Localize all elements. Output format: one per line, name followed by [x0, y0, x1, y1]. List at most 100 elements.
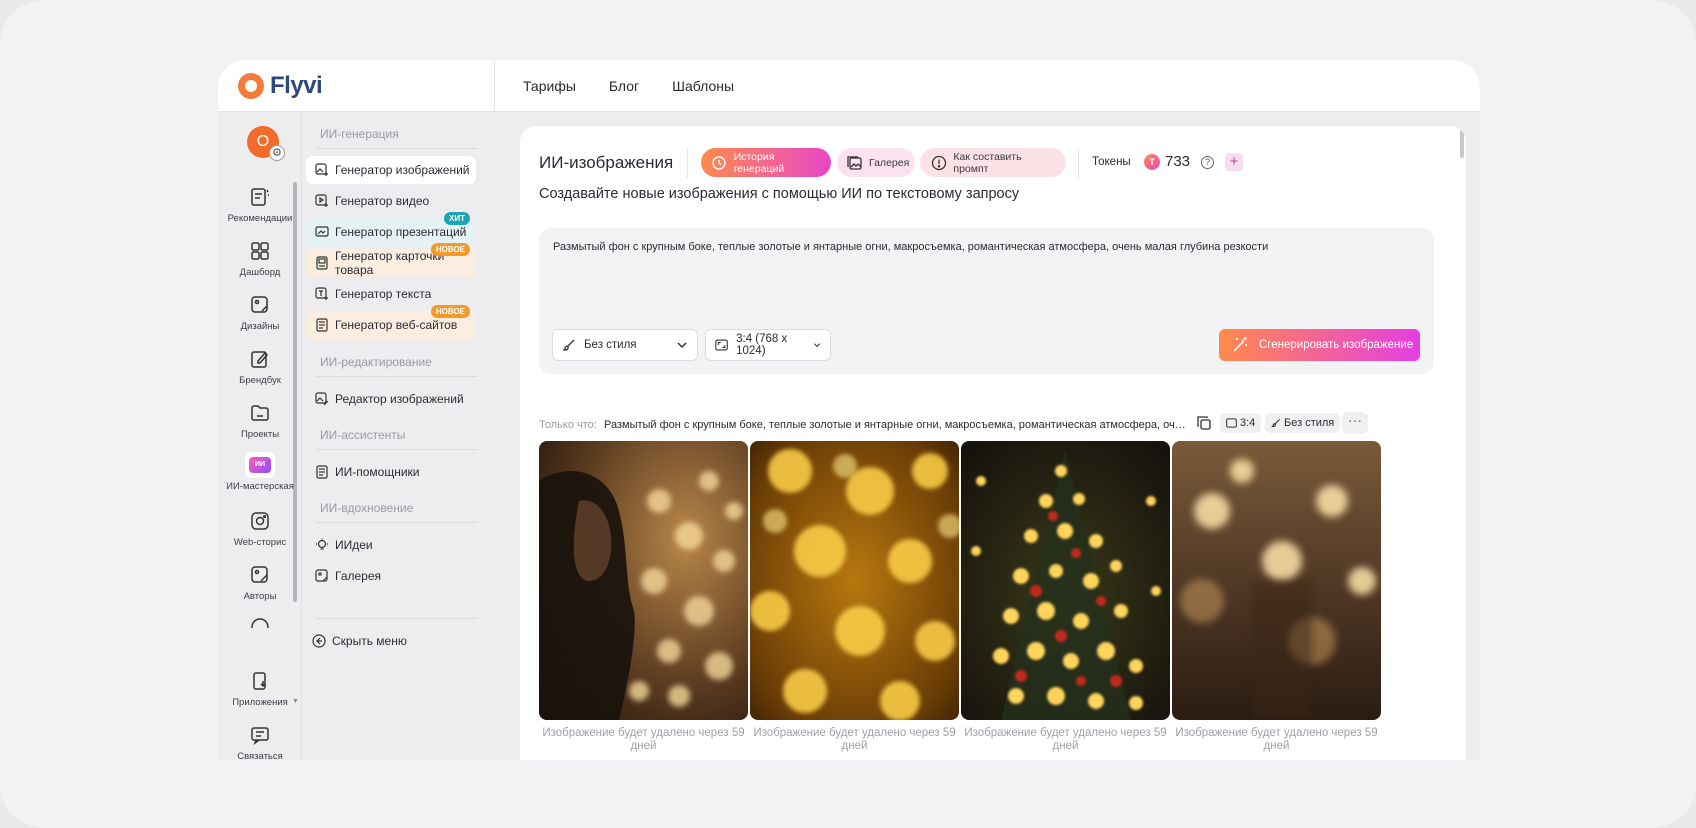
menu-item-label: ИИдеи	[335, 538, 373, 552]
designs-icon	[218, 292, 302, 318]
rail-label: Дизайны	[240, 321, 280, 332]
rail-label: Рекомендации	[227, 213, 293, 224]
rail-label: ИИ-мастерская	[226, 481, 294, 492]
new-badge: НОВОЕ	[430, 305, 470, 318]
add-tokens-button[interactable]: +	[1225, 153, 1243, 171]
generated-image-4[interactable]	[1172, 441, 1381, 720]
generated-image-2[interactable]	[750, 441, 959, 720]
hit-badge: ХИТ	[444, 212, 470, 225]
how-to-prompt-label: Как составить промпт	[953, 150, 1022, 175]
menu-item-text-generator[interactable]: Генератор текста	[306, 280, 476, 308]
rail-item-contact[interactable]: Связаться	[218, 722, 302, 760]
help-icon[interactable]: ?	[1201, 156, 1214, 169]
divider	[316, 522, 478, 523]
rail-item-projects[interactable]: Проекты	[218, 400, 302, 440]
icon-rail: O ⚙ ▼ Рекомендации Дашборд Дизайны Бренд…	[218, 112, 302, 760]
folder-icon	[218, 400, 302, 426]
ai-helpers-icon	[316, 465, 328, 479]
rail-item-apps[interactable]: Приложения	[218, 668, 302, 708]
image-caption: Изображение будет удалено через 59 дней	[1175, 727, 1378, 752]
menu-item-video-generator[interactable]: Генератор видео	[306, 187, 476, 215]
gallery-icon	[315, 569, 328, 582]
logo-icon	[238, 73, 264, 99]
hide-menu-button[interactable]: Скрыть меню	[312, 634, 407, 648]
more-options-button[interactable]: ···	[1342, 412, 1368, 434]
image-generator-icon	[315, 163, 328, 176]
aspect-ratio-select[interactable]: 3:4 (768 x 1024)	[705, 329, 831, 361]
copy-icon[interactable]	[1196, 415, 1212, 436]
menu-item-ideas[interactable]: ИИдеи	[306, 531, 476, 559]
menu-item-website-generator[interactable]: Генератор веб-сайтов НОВОЕ	[306, 305, 476, 339]
product-card-icon	[316, 256, 328, 270]
rail-label: Web-сторис	[233, 537, 287, 548]
menu-item-label: Галерея	[335, 569, 382, 583]
aspect-ratio-value: 3:4 (768 x 1024)	[736, 333, 788, 357]
web-stories-icon	[218, 508, 302, 534]
generated-image-3[interactable]	[961, 441, 1170, 720]
how-to-prompt-button[interactable]: Как составить промпт	[920, 148, 1066, 177]
rail-item-dashboard[interactable]: Дашборд	[218, 238, 302, 278]
dashboard-icon	[218, 238, 302, 264]
menu-item-label: Генератор изображений	[335, 163, 470, 177]
menu-item-label: Генератор текста	[335, 287, 432, 301]
menu-item-gallery[interactable]: Галерея	[306, 562, 476, 590]
ratio-chip-label: 3:4	[1240, 417, 1256, 429]
image-caption: Изображение будет удалено через 59 дней	[542, 727, 745, 752]
history-label: История генераций	[733, 150, 785, 175]
divider	[316, 618, 478, 619]
page-subtitle: Создавайте новые изображения с помощью И…	[539, 186, 1020, 202]
divider	[316, 148, 478, 149]
nav-blog[interactable]: Блог	[609, 78, 639, 94]
rail-item-web-stories[interactable]: Web-сторис	[218, 508, 302, 548]
menu-item-label: Генератор видео	[335, 194, 430, 208]
menu-item-ai-helpers[interactable]: ИИ-помощники	[306, 458, 476, 486]
nav-pricing[interactable]: Тарифы	[523, 78, 576, 94]
prompt-input[interactable]: Размытый фон с крупным боке, теплые золо…	[553, 241, 1268, 253]
style-select[interactable]: Без стиля	[552, 329, 698, 361]
logo[interactable]: Flyvi	[238, 72, 323, 100]
menu-item-image-editor[interactable]: Редактор изображений	[306, 385, 476, 413]
rail-item-authors[interactable]: Авторы	[218, 562, 302, 602]
website-generator-icon	[316, 318, 328, 332]
rail-item-ai-workshop[interactable]: ИИ ИИ-мастерская	[218, 452, 302, 492]
user-avatar[interactable]: O ⚙	[247, 126, 285, 161]
apps-icon	[218, 668, 302, 694]
recent-label: Только что:	[539, 419, 597, 431]
gear-icon[interactable]: ⚙	[269, 145, 285, 161]
menu-item-label: Генератор презентаций	[335, 225, 467, 239]
ai-workshop-icon: ИИ	[218, 452, 302, 478]
chevron-down-icon	[677, 342, 687, 349]
aspect-ratio-icon	[715, 339, 728, 351]
magic-wand-icon	[1233, 337, 1247, 352]
history-button[interactable]: История генераций	[701, 148, 831, 177]
top-bar: Flyvi Тарифы Блог Шаблоны	[218, 60, 1480, 112]
rail-item-designs[interactable]: Дизайны	[218, 292, 302, 332]
menu-item-presentation-generator[interactable]: Генератор презентаций ХИТ	[306, 212, 476, 246]
prompt-box[interactable]: Размытый фон с крупным боке, теплые золо…	[539, 228, 1434, 374]
brandbook-icon	[218, 346, 302, 372]
aspect-ratio-icon	[1226, 418, 1237, 428]
gallery-button[interactable]: Галерея	[837, 148, 915, 177]
gallery-label: Галерея	[869, 156, 910, 169]
rail-item-recommendations[interactable]: Рекомендации	[218, 184, 302, 224]
section-ai-generation: ИИ-генерация	[320, 127, 399, 141]
top-nav: Тарифы Блог Шаблоны	[523, 78, 734, 94]
video-generator-icon	[315, 194, 328, 207]
authors-icon	[218, 562, 302, 588]
rail-item-brandbook[interactable]: Брендбук	[218, 346, 302, 386]
nav-templates[interactable]: Шаблоны	[672, 78, 734, 94]
rail-label: Связаться	[237, 751, 283, 760]
main-panel: ИИ-изображения История генераций Галерея…	[520, 126, 1466, 760]
menu-item-image-generator[interactable]: Генератор изображений	[306, 156, 476, 184]
rail-item-partial[interactable]	[218, 614, 302, 628]
generated-image-1[interactable]	[539, 441, 748, 720]
main-scrollbar[interactable]	[1460, 130, 1464, 158]
app-window: Flyvi Тарифы Блог Шаблоны O ⚙ ▼ Рекоменд…	[218, 60, 1480, 760]
presentation-generator-icon	[315, 226, 329, 237]
menu-item-product-card-generator[interactable]: Генератор карточки товара НОВОЕ	[306, 243, 476, 277]
section-ai-inspiration: ИИ-вдохновение	[320, 501, 414, 515]
generate-image-button[interactable]: Сгенерировать изображение	[1219, 329, 1420, 361]
chevron-down-icon	[813, 343, 821, 348]
style-select-value: Без стиля	[584, 339, 637, 351]
style-chip-label: Без стиля	[1284, 417, 1335, 429]
